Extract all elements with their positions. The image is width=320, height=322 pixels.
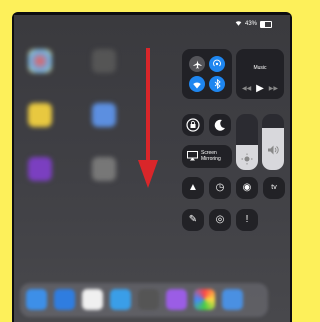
info-button[interactable]: ! xyxy=(236,209,258,231)
dock-app-icon[interactable] xyxy=(194,289,215,310)
notes-icon: ✎ xyxy=(188,214,198,225)
airplane-icon xyxy=(192,59,202,69)
ipad-frame: 43% Music ◀◀ ▶ ▶▶ Screen Mirroring ▲ ◷ ◉… xyxy=(12,12,292,322)
apple-tv-button[interactable]: tv xyxy=(263,177,285,199)
screen-mirroring-button[interactable]: Screen Mirroring xyxy=(182,145,232,168)
status-bar: 43% xyxy=(235,20,272,28)
do-not-disturb-button[interactable] xyxy=(209,114,231,136)
camera-button[interactable]: ◉ xyxy=(236,177,258,199)
info-icon: ! xyxy=(245,214,249,225)
timer-icon: ◷ xyxy=(215,182,225,193)
airdrop-toggle[interactable] xyxy=(209,56,225,72)
music-module[interactable]: Music ◀◀ ▶ ▶▶ xyxy=(236,49,284,99)
notes-button[interactable]: ✎ xyxy=(182,209,204,231)
moon-icon xyxy=(214,119,225,131)
bluetooth-toggle[interactable] xyxy=(209,76,225,92)
dock xyxy=(20,283,268,317)
dock-app-icon[interactable] xyxy=(138,289,159,310)
rotation-lock-icon xyxy=(186,118,200,132)
app-icon[interactable] xyxy=(28,103,52,127)
app-icon[interactable] xyxy=(92,49,116,73)
dock-app-icon[interactable] xyxy=(82,289,103,310)
dock-app-icon[interactable] xyxy=(26,289,47,310)
battery-percentage: 43% xyxy=(244,21,257,27)
previous-track-icon[interactable]: ◀◀ xyxy=(242,85,251,92)
flashlight-icon: ▲ xyxy=(188,182,198,193)
dock-app-icon[interactable] xyxy=(54,289,75,310)
app-icon[interactable] xyxy=(28,49,52,73)
music-title: Music xyxy=(253,65,267,71)
camera-icon: ◉ xyxy=(242,182,252,193)
speaker-icon xyxy=(268,145,279,155)
flashlight-button[interactable]: ▲ xyxy=(182,177,204,199)
apple-tv-icon: tv xyxy=(271,184,277,191)
app-icon[interactable] xyxy=(28,157,52,181)
wifi-status-icon xyxy=(235,20,242,28)
rotation-lock-button[interactable] xyxy=(182,114,204,136)
app-icon[interactable] xyxy=(92,157,116,181)
next-track-icon[interactable]: ▶▶ xyxy=(269,85,278,92)
wifi-toggle[interactable] xyxy=(189,76,205,92)
screen-mirroring-label-line2: Mirroring xyxy=(201,156,221,162)
screen-recording-icon: ◎ xyxy=(215,214,225,225)
app-icon[interactable] xyxy=(92,103,116,127)
battery-icon xyxy=(260,20,272,28)
dock-app-icon[interactable] xyxy=(166,289,187,310)
screen-mirroring-icon xyxy=(187,151,198,161)
connectivity-module xyxy=(182,49,232,99)
brightness-slider[interactable] xyxy=(236,114,258,170)
timer-button[interactable]: ◷ xyxy=(209,177,231,199)
control-center: Music ◀◀ ▶ ▶▶ Screen Mirroring ▲ ◷ ◉ tv xyxy=(182,49,285,239)
bluetooth-icon xyxy=(214,79,221,89)
wifi-icon xyxy=(193,82,201,88)
screen-recording-button[interactable]: ◎ xyxy=(209,209,231,231)
volume-slider[interactable] xyxy=(262,114,284,170)
airplane-mode-toggle[interactable] xyxy=(189,56,205,72)
swipe-down-arrow xyxy=(138,48,158,188)
music-controls: ◀◀ ▶ ▶▶ xyxy=(242,83,278,94)
play-icon[interactable]: ▶ xyxy=(256,83,264,94)
dock-app-icon[interactable] xyxy=(110,289,131,310)
airdrop-icon xyxy=(213,59,221,67)
dock-app-icon[interactable] xyxy=(222,289,243,310)
sun-icon xyxy=(241,153,253,165)
